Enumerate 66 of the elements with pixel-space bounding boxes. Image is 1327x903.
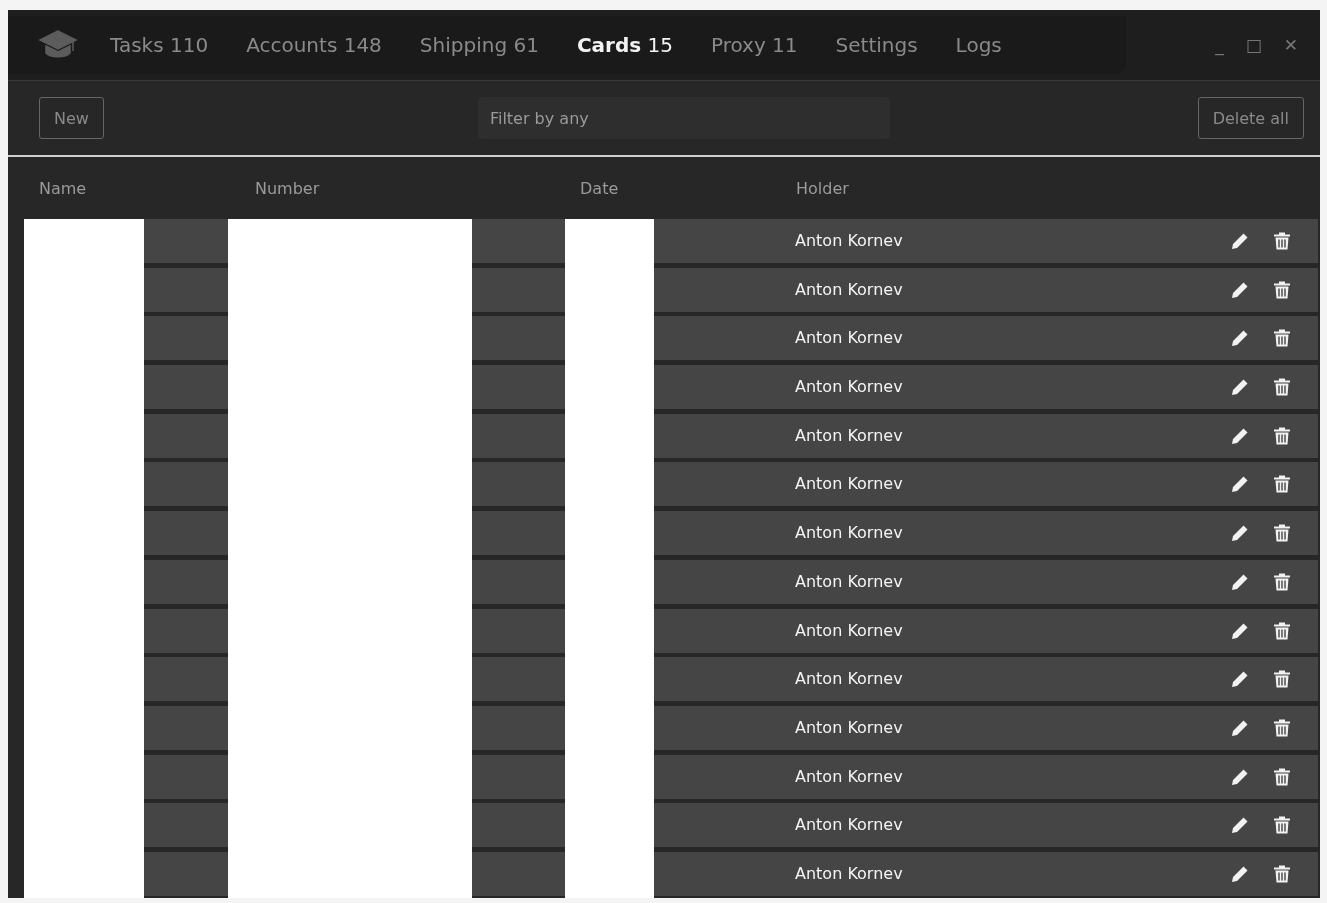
- column-header: Name: [39, 178, 87, 198]
- pencil-icon[interactable]: [1230, 231, 1250, 251]
- trash-icon[interactable]: [1272, 815, 1292, 836]
- column-header: Number: [255, 178, 320, 198]
- pencil-icon[interactable]: [1230, 328, 1250, 349]
- holder-cell: Anton Kornev: [795, 620, 903, 640]
- trash-icon[interactable]: [1272, 669, 1292, 690]
- holder-cell: Anton Kornev: [795, 669, 903, 689]
- table-row[interactable]: Anton Kornev: [24, 851, 1318, 898]
- holder-cell: Anton Kornev: [795, 279, 903, 299]
- close-button[interactable]: ✕: [1283, 35, 1298, 55]
- table-row[interactable]: Anton Kornev: [24, 754, 1318, 804]
- pencil-icon[interactable]: [1230, 669, 1250, 690]
- filter-field[interactable]: Filter by any: [477, 97, 890, 139]
- minimize-button[interactable]: _: [1215, 35, 1224, 55]
- trash-icon[interactable]: [1272, 328, 1292, 349]
- pencil-icon[interactable]: [1230, 815, 1250, 836]
- table-row[interactable]: Anton Kornev: [24, 511, 1318, 560]
- table-row[interactable]: Anton Kornev: [24, 608, 1318, 658]
- holder-cell: Anton Kornev: [795, 863, 903, 883]
- holder-cell: Anton Kornev: [795, 717, 903, 737]
- column-header: Date: [580, 178, 619, 198]
- tab[interactable]: Logs: [955, 33, 1002, 57]
- pencil-icon[interactable]: [1230, 523, 1250, 544]
- column-header: Holder: [796, 178, 849, 198]
- holder-cell: Anton Kornev: [795, 474, 903, 494]
- holder-cell: Anton Kornev: [795, 766, 903, 786]
- pencil-icon[interactable]: [1230, 377, 1250, 398]
- tab[interactable]: Settings: [835, 33, 918, 57]
- table-row[interactable]: Anton Kornev: [24, 316, 1318, 366]
- trash-icon[interactable]: [1272, 474, 1292, 495]
- table-row[interactable]: Anton Kornev: [24, 365, 1318, 414]
- holder-cell: Anton Kornev: [795, 328, 903, 348]
- holder-cell: Anton Kornev: [795, 231, 903, 250]
- holder-cell: Anton Kornev: [795, 815, 903, 835]
- tab[interactable]: Tasks 110: [110, 33, 209, 57]
- trash-icon[interactable]: [1272, 523, 1292, 544]
- trash-icon[interactable]: [1272, 425, 1292, 446]
- trash-icon[interactable]: [1272, 279, 1292, 300]
- tab[interactable]: Accounts 148: [246, 33, 382, 57]
- trash-icon[interactable]: [1272, 863, 1292, 884]
- tab[interactable]: Shipping 61: [419, 33, 539, 57]
- trash-icon[interactable]: [1272, 377, 1292, 398]
- table-row[interactable]: Anton Kornev: [24, 657, 1318, 706]
- table-row[interactable]: Anton Kornev: [24, 705, 1318, 755]
- holder-cell: Anton Kornev: [795, 571, 903, 591]
- holder-cell: Anton Kornev: [795, 425, 903, 445]
- delete-all-button[interactable]: Delete all: [1197, 97, 1304, 139]
- trash-icon[interactable]: [1272, 717, 1292, 738]
- table-row[interactable]: Anton Kornev: [24, 559, 1318, 609]
- table-row[interactable]: Anton Kornev: [24, 219, 1318, 268]
- table-row[interactable]: Anton Kornev: [24, 462, 1318, 512]
- trash-icon[interactable]: [1272, 571, 1292, 592]
- pencil-icon[interactable]: [1230, 474, 1250, 495]
- tab[interactable]: Proxy 11: [710, 33, 798, 57]
- trash-icon[interactable]: [1272, 766, 1292, 787]
- table-row[interactable]: Anton Kornev: [24, 267, 1318, 317]
- trash-icon[interactable]: [1272, 620, 1292, 641]
- maximize-button[interactable]: □: [1245, 35, 1262, 55]
- holder-cell: Anton Kornev: [795, 377, 903, 397]
- table-row[interactable]: Anton Kornev: [24, 803, 1318, 852]
- holder-cell: Anton Kornev: [795, 523, 903, 543]
- tab[interactable]: Cards 15: [576, 33, 673, 57]
- new-button[interactable]: New: [39, 97, 104, 139]
- table-row[interactable]: Anton Kornev: [24, 413, 1318, 463]
- trash-icon[interactable]: [1272, 231, 1292, 251]
